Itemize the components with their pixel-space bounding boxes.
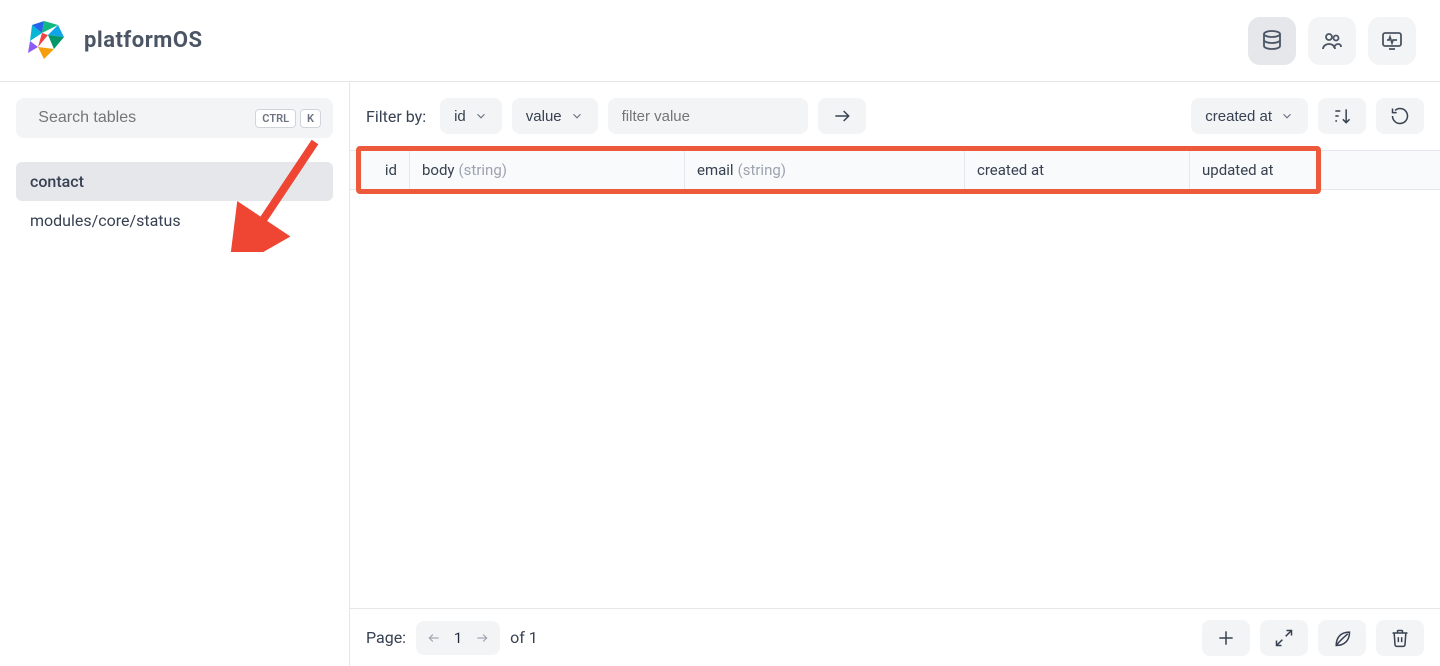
kbd-k: K [300,109,321,128]
header-actions [1248,17,1416,65]
page-total-label: of 1 [510,628,538,647]
filter-field-value: id [454,108,466,125]
chevron-down-icon [570,109,584,123]
page-label: Page: [366,628,406,647]
logo-icon [24,17,72,65]
add-row-button[interactable] [1202,620,1250,656]
filter-toolbar: Filter by: id value created at [350,82,1440,150]
refresh-button[interactable] [1376,98,1424,134]
users-button[interactable] [1308,17,1356,65]
column-header-id[interactable]: id [350,151,410,189]
filter-field-select[interactable]: id [440,98,502,134]
column-header-updated-at[interactable]: updated at [1190,151,1440,189]
sort-direction-button[interactable] [1318,98,1366,134]
filter-value-input[interactable] [608,98,808,134]
sidebar-item-status[interactable]: modules/core/status [16,201,333,240]
plus-icon [1216,628,1236,648]
column-header-created-at[interactable]: created at [965,151,1190,189]
page-nav: 1 [416,621,500,655]
brand-name: platformOS [84,28,203,53]
table-body-empty [350,190,1440,608]
arrow-right-icon [475,631,489,645]
expand-button[interactable] [1260,620,1308,656]
column-header-email[interactable]: email(string) [685,151,965,189]
sort-desc-icon [1332,106,1352,126]
arrow-right-icon [832,106,852,126]
table-list: contact modules/core/status [16,162,333,240]
table-footer: Page: 1 of 1 [350,608,1440,666]
sidebar-item-contact[interactable]: contact [16,162,333,201]
heartbeat-monitor-icon [1380,29,1404,53]
table-header-row: id body(string) email(string) created at… [350,150,1440,190]
users-icon [1320,29,1344,53]
search-input[interactable] [38,109,245,127]
current-page: 1 [448,629,468,647]
leaf-icon [1332,628,1352,648]
apply-filter-button[interactable] [818,98,866,134]
sort-select[interactable]: created at [1191,98,1308,134]
search-shortcut: CTRL K [255,109,321,128]
delete-button[interactable] [1376,620,1424,656]
column-header-body[interactable]: body(string) [410,151,685,189]
chevron-down-icon [474,109,488,123]
expand-icon [1274,628,1294,648]
filter-by-label: Filter by: [366,107,426,126]
database-icon [1260,29,1284,53]
main-panel: Filter by: id value created at [350,82,1440,666]
arrow-left-icon [427,631,441,645]
filter-op-value: value [526,108,562,125]
database-button[interactable] [1248,17,1296,65]
refresh-icon [1390,106,1410,126]
leaf-button[interactable] [1318,620,1366,656]
prev-page-button[interactable] [420,624,448,652]
monitor-button[interactable] [1368,17,1416,65]
chevron-down-icon [1280,109,1294,123]
search-box[interactable]: CTRL K [16,98,333,138]
sort-value: created at [1205,108,1272,125]
kbd-ctrl: CTRL [255,109,296,128]
app-header: platformOS [0,0,1440,82]
trash-icon [1390,628,1410,648]
brand: platformOS [24,17,203,65]
filter-op-select[interactable]: value [512,98,598,134]
next-page-button[interactable] [468,624,496,652]
sidebar: CTRL K contact modules/core/status [0,82,350,666]
